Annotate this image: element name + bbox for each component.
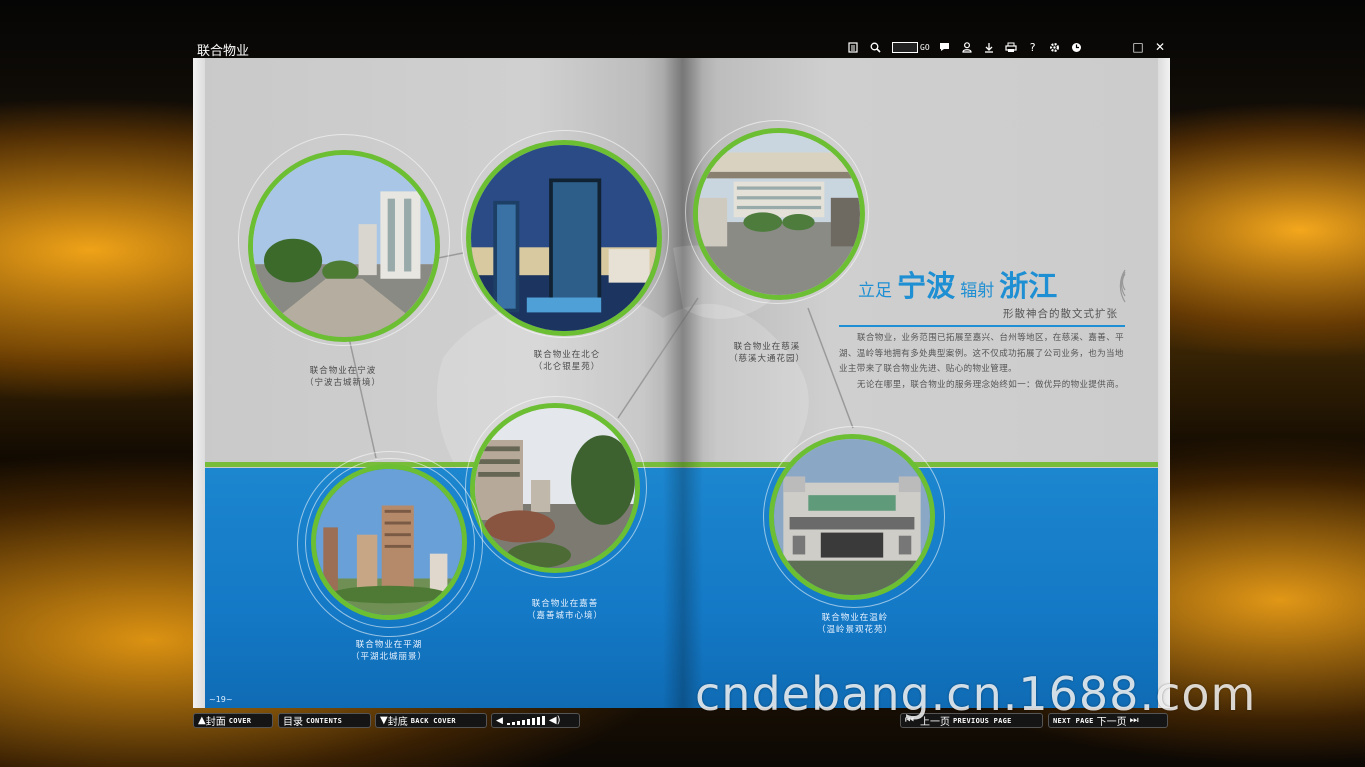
caption-line2: （平湖北城丽景） [350,652,427,662]
page-goto: GO [892,41,930,53]
book-spread[interactable]: 联合物业在宁波 （宁波古城新境） 联合物业在北仑 （北仑银星苑） 联合物业在慈溪… [193,58,1170,708]
photo-wenling [769,434,935,600]
caption-line1: 联合物业在平湖 [355,640,423,650]
user-icon[interactable] [956,39,978,55]
volume-low-icon: ◀ [496,715,503,726]
headline-part1: 立足 [858,281,892,301]
headline-part3: 辐射 [960,281,995,301]
caption-cixi: 联合物业在慈溪 （慈溪大通花园） [707,341,827,365]
back-cover-button[interactable]: ▼ 封底 BACK COVER [375,713,487,728]
caption-line1: 联合物业在慈溪 [733,342,801,352]
app-title: 联合物业 [197,43,250,58]
caption-wenling: 联合物业在温岭 （温岭景观花苑） [795,612,915,636]
caption-pinghu: 联合物业在平湖 （平湖北城丽景） [329,639,449,663]
headline-part4: 浙江 [999,269,1058,303]
settings-icon[interactable] [1044,39,1066,55]
page-number-input[interactable] [892,41,918,53]
go-button[interactable]: GO [920,43,930,52]
thumbnails-icon[interactable] [842,39,864,55]
watermark-text: cndebang.cn.1688.com [695,667,1257,721]
signal-arcs-graphic [1119,269,1126,303]
back-cover-label: 封底 [387,717,408,728]
body-text: 联合物业，业务范围已拓展至嘉兴、台州等地区，在慈溪、嘉善、平湖、温岭等地拥有多处… [839,331,1125,393]
caption-line1: 联合物业在北仑 [533,350,601,360]
photo-ningbo [248,150,440,342]
print-icon[interactable] [1000,39,1022,55]
caption-line1: 联合物业在温岭 [821,613,889,623]
speaker-icon: ◀) [548,715,561,726]
paragraph: 无论在哪里，联合物业的服务理念始终如一：做优异的物业提供商。 [857,379,1125,390]
cover-label: 封面 [205,717,226,728]
caption-line2: （北仑银星苑） [533,362,601,372]
subheading: 形散神合的散文式扩张 [1003,308,1118,320]
caption-line2: （温岭景观花苑） [816,625,893,635]
help-icon[interactable]: ? [1022,39,1044,55]
back-cover-label-en: BACK COVER [410,716,456,725]
maximize-button[interactable]: □ [1130,39,1146,55]
cover-button[interactable]: ▲ 封面 COVER [193,713,273,728]
caption-beilun: 联合物业在北仑 （北仑银星苑） [507,349,627,373]
contents-label: 目录 [283,717,303,728]
caption-line2: （嘉善城市心境） [526,611,603,621]
autoflip-icon[interactable] [1066,39,1088,55]
paragraph: 联合物业，业务范围已拓展至嘉兴、台州等地区，在慈溪、嘉善、平湖、温岭等地拥有多处… [839,333,1125,374]
up-triangle-icon: ▲ [198,715,206,726]
close-button[interactable]: ✕ [1152,39,1168,55]
photo-cixi [693,128,865,300]
down-triangle-icon: ▼ [380,715,388,726]
download-icon[interactable] [978,39,1000,55]
headline-part2: 宁波 [897,269,956,303]
photo-beilun [466,140,662,336]
heading-rule [839,325,1125,327]
photo-pinghu [311,464,467,620]
photo-jiashan [470,403,640,573]
book-spine [663,58,703,708]
caption-line2: （宁波古城新境） [304,378,381,388]
page-number: ~19~ [209,695,233,704]
caption-line1: 联合物业在嘉善 [531,599,599,609]
caption-ningbo: 联合物业在宁波 （宁波古城新境） [283,365,403,389]
contents-button[interactable]: 目录 CONTENTS [278,713,371,728]
zoom-icon[interactable] [864,39,886,55]
share-icon[interactable] [934,39,956,55]
volume-control[interactable]: ◀ ◀) [491,713,580,728]
headline: 立足 宁波 辐射 浙江 [858,263,1057,305]
caption-line1: 联合物业在宁波 [309,366,377,376]
volume-slider[interactable] [506,716,545,725]
caption-jiashan: 联合物业在嘉善 （嘉善城市心境） [505,598,625,622]
contents-label-en: CONTENTS [306,716,343,725]
cover-label-en: COVER [228,716,252,725]
caption-line2: （慈溪大通花园） [728,354,805,364]
viewer-toolbar: GO ? [842,39,1088,55]
